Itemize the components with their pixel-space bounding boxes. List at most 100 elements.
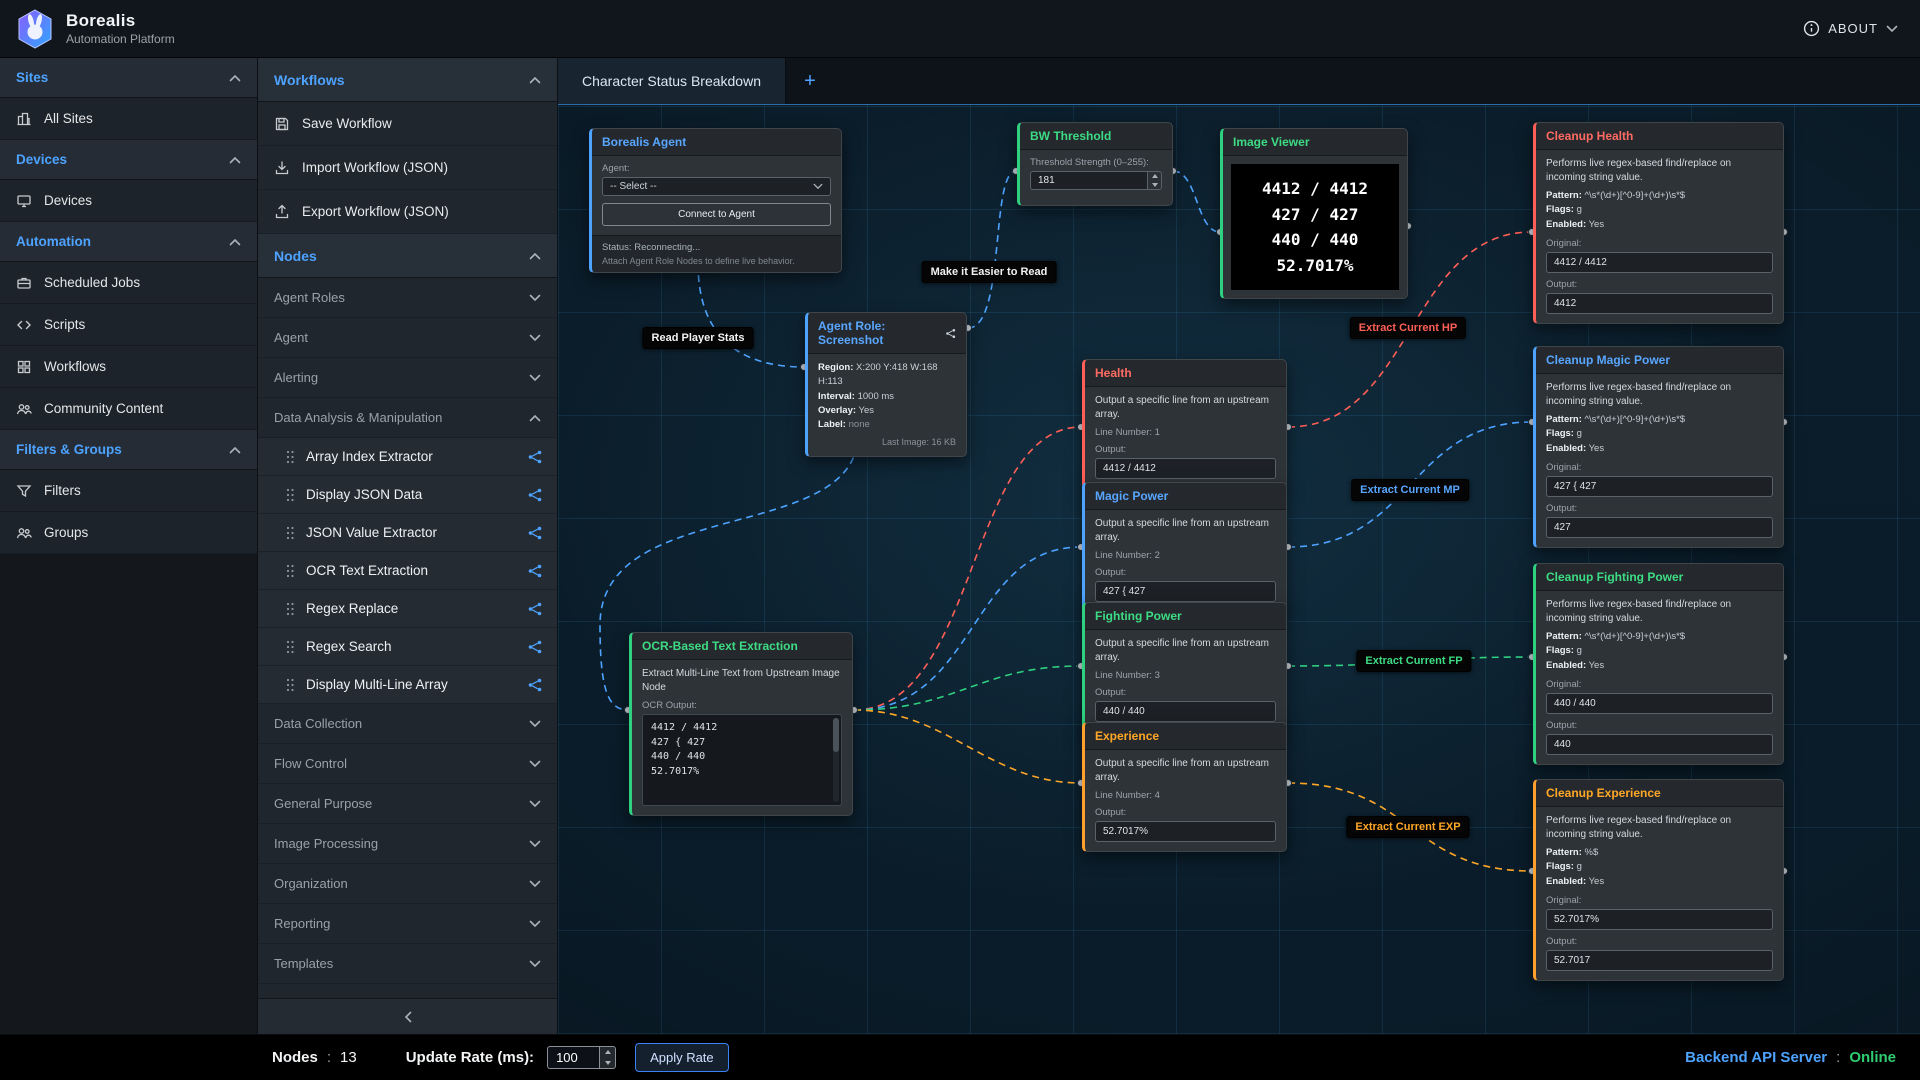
sidebar-item-scheduled-jobs[interactable]: Scheduled Jobs (0, 262, 257, 304)
ocr-output-textarea[interactable]: 4412 / 4412 427 { 427 440 / 440 52.7017% (642, 714, 842, 806)
panel-section-nodes[interactable]: Nodes (258, 234, 557, 278)
ocr-line: 440 / 440 (651, 750, 827, 765)
chevron-up-icon (229, 446, 241, 454)
node-cleanup-health[interactable]: Cleanup Health Performs live regex-based… (1533, 122, 1784, 324)
output-input[interactable]: 4412 / 4412 (1095, 458, 1276, 479)
node-health[interactable]: Health Output a specific line from an up… (1082, 359, 1287, 489)
node-borealis-agent[interactable]: Borealis Agent Agent: -- Select -- Conne… (589, 128, 842, 273)
node-category-image-processing[interactable]: Image Processing (258, 824, 557, 864)
agent-select[interactable]: -- Select -- (602, 177, 831, 196)
output-label: Output: (1095, 444, 1276, 455)
backend-api-label: Backend API Server (1685, 1049, 1827, 1066)
sidebar-item-all-sites[interactable]: All Sites (0, 98, 257, 140)
sidebar-item-community-content[interactable]: Community Content (0, 388, 257, 430)
output-input[interactable]: 440 (1546, 734, 1773, 755)
palette-node-ocr-text-extraction[interactable]: OCR Text Extraction (258, 552, 557, 590)
update-rate-stepper[interactable]: 100 (547, 1046, 616, 1069)
node-cleanup-magic-power[interactable]: Cleanup Magic Power Performs live regex-… (1533, 346, 1784, 548)
output-input[interactable]: 427 { 427 (1095, 581, 1276, 602)
palette-node-json-value-extractor[interactable]: JSON Value Extractor (258, 514, 557, 552)
category-label: Organization (274, 876, 348, 891)
sidebar-item-devices[interactable]: Devices (0, 180, 257, 222)
sidebar-item-workflows[interactable]: Workflows (0, 346, 257, 388)
palette-node-regex-search[interactable]: Regex Search (258, 628, 557, 666)
nodes-count-label: Nodes (272, 1049, 318, 1066)
save-workflow-button[interactable]: Save Workflow (258, 102, 557, 146)
item-label: Devices (44, 193, 92, 208)
node-category-organization[interactable]: Organization (258, 864, 557, 904)
tab-character-status-breakdown[interactable]: Character Status Breakdown (558, 58, 786, 104)
section-label: Filters & Groups (16, 442, 122, 457)
node-category-templates[interactable]: Templates (258, 944, 557, 984)
flags-label: Flags: (1546, 645, 1574, 656)
node-category-agent-roles[interactable]: Agent Roles (258, 278, 557, 318)
original-input[interactable]: 427 { 427 (1546, 476, 1773, 497)
output-input[interactable]: 4412 (1546, 293, 1773, 314)
ocr-output-label: OCR Output: (642, 700, 842, 711)
node-cleanup-fighting-power[interactable]: Cleanup Fighting Power Performs live reg… (1533, 563, 1784, 765)
about-menu[interactable]: ABOUT (1803, 20, 1898, 37)
palette-node-display-json-data[interactable]: Display JSON Data (258, 476, 557, 514)
node-category-general-purpose[interactable]: General Purpose (258, 784, 557, 824)
original-input[interactable]: 4412 / 4412 (1546, 252, 1773, 273)
users-icon (16, 401, 32, 417)
original-input[interactable]: 440 / 440 (1546, 693, 1773, 714)
spinner-buttons[interactable] (599, 1046, 616, 1069)
borealis-logo-icon (14, 8, 56, 50)
connect-to-agent-button[interactable]: Connect to Agent (602, 203, 831, 226)
node-experience[interactable]: Experience Output a specific line from a… (1082, 722, 1287, 852)
pattern-label: Pattern: (1546, 631, 1582, 642)
node-category-data-collection[interactable]: Data Collection (258, 704, 557, 744)
output-input[interactable]: 440 / 440 (1095, 701, 1276, 722)
panel-section-label: Nodes (274, 248, 317, 264)
node-agent-role-screenshot[interactable]: Agent Role: Screenshot Region: X:200 Y:4… (805, 312, 967, 457)
export-workflow-button[interactable]: Export Workflow (JSON) (258, 190, 557, 234)
category-label: Data Collection (274, 716, 362, 731)
palette-node-regex-replace[interactable]: Regex Replace (258, 590, 557, 628)
node-category-reporting[interactable]: Reporting (258, 904, 557, 944)
import-workflow-button[interactable]: Import Workflow (JSON) (258, 146, 557, 190)
workflow-canvas[interactable]: Borealis Agent Agent: -- Select -- Conne… (558, 105, 1920, 1034)
node-category-data-analysis[interactable]: Data Analysis & Manipulation (258, 398, 557, 438)
category-label: Templates (274, 956, 333, 971)
node-ocr-text-extraction[interactable]: OCR-Based Text Extraction Extract Multi-… (629, 632, 853, 816)
node-category-alerting[interactable]: Alerting (258, 358, 557, 398)
sidebar-item-scripts[interactable]: Scripts (0, 304, 257, 346)
node-fighting-power[interactable]: Fighting Power Output a specific line fr… (1082, 602, 1287, 732)
sidebar-section-automation[interactable]: Automation (0, 222, 257, 262)
scrollbar[interactable] (833, 718, 839, 802)
spinner-buttons[interactable] (1147, 171, 1162, 190)
sidebar-section-sites[interactable]: Sites (0, 58, 257, 98)
update-rate-input[interactable]: 100 (547, 1046, 599, 1069)
sidebar-item-groups[interactable]: Groups (0, 512, 257, 554)
last-image-size: Last Image: 16 KB (818, 437, 956, 447)
node-description: Performs live regex-based find/replace o… (1546, 598, 1773, 625)
panel-section-workflows[interactable]: Workflows (258, 58, 557, 102)
node-category-flow-control[interactable]: Flow Control (258, 744, 557, 784)
chevron-down-icon (529, 760, 541, 768)
node-category-agent[interactable]: Agent (258, 318, 557, 358)
sidebar-section-devices[interactable]: Devices (0, 140, 257, 180)
node-image-viewer[interactable]: Image Viewer 4412 / 4412 427 / 427 440 /… (1220, 128, 1408, 299)
node-bw-threshold[interactable]: BW Threshold Threshold Strength (0–255):… (1017, 122, 1173, 206)
original-input[interactable]: 52.7017% (1546, 909, 1773, 930)
node-description: Output a specific line from an upstream … (1095, 757, 1276, 784)
apply-rate-button[interactable]: Apply Rate (635, 1043, 729, 1072)
panel-collapse-button[interactable] (258, 998, 557, 1034)
palette-node-array-index-extractor[interactable]: Array Index Extractor (258, 438, 557, 476)
threshold-stepper[interactable]: 181 (1030, 171, 1162, 190)
output-input[interactable]: 52.7017 (1546, 950, 1773, 971)
output-input[interactable]: 52.7017% (1095, 821, 1276, 842)
sidebar-section-filters-groups[interactable]: Filters & Groups (0, 430, 257, 470)
node-cleanup-experience[interactable]: Cleanup Experience Performs live regex-b… (1533, 779, 1784, 981)
output-input[interactable]: 427 (1546, 517, 1773, 538)
node-magic-power[interactable]: Magic Power Output a specific line from … (1082, 482, 1287, 612)
category-label: Agent (274, 330, 308, 345)
node-description: Performs live regex-based find/replace o… (1546, 381, 1773, 408)
flags-label: Flags: (1546, 204, 1574, 215)
palette-node-display-multi-line-array[interactable]: Display Multi-Line Array (258, 666, 557, 704)
add-tab-button[interactable]: + (786, 58, 834, 104)
share-icon[interactable] (945, 327, 956, 340)
sidebar-item-filters[interactable]: Filters (0, 470, 257, 512)
panel-filler (258, 984, 557, 998)
